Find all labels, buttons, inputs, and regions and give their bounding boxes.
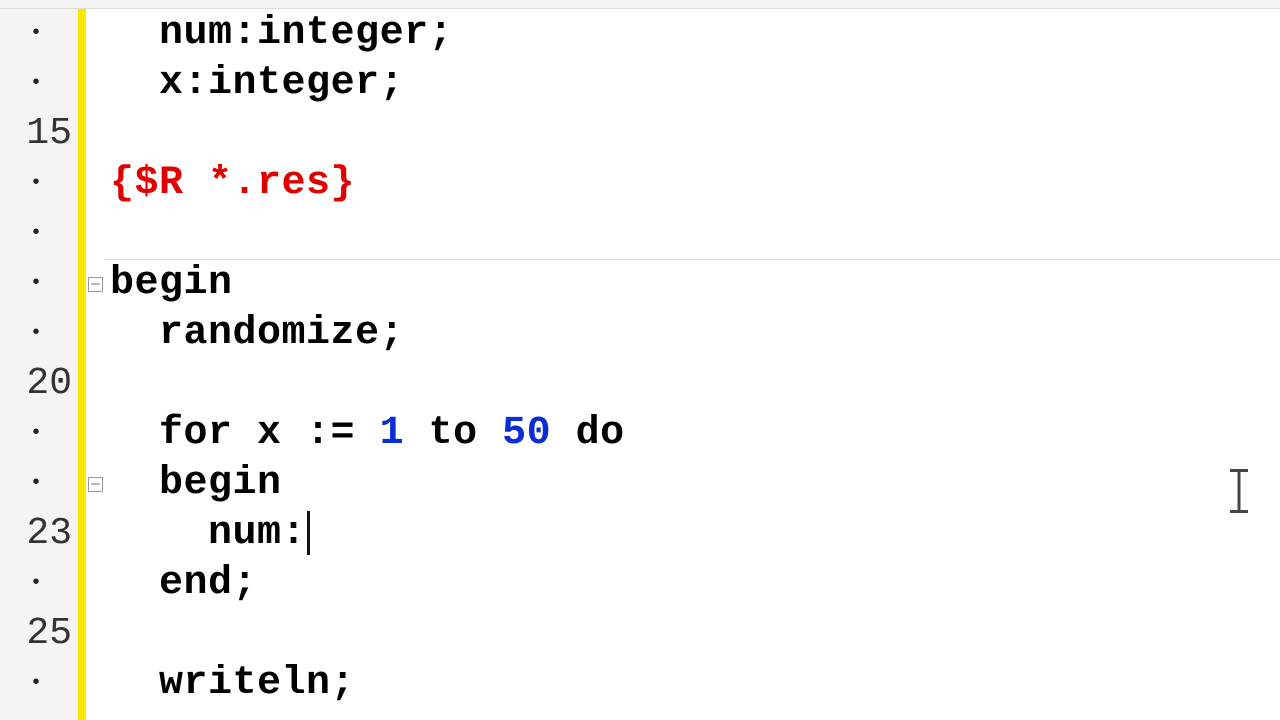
token: integer — [257, 9, 429, 59]
fold-toggle-icon[interactable] — [88, 277, 103, 292]
fold-row — [86, 259, 104, 309]
indent — [110, 9, 159, 59]
fold-row — [86, 659, 104, 709]
fold-row — [86, 159, 104, 209]
token — [551, 409, 576, 459]
token — [478, 409, 503, 459]
code-line[interactable]: for x := 1 to 50 do — [104, 409, 1280, 459]
line-number: 23 — [0, 509, 78, 559]
fold-row — [86, 59, 104, 109]
line-gutter: ••15••••20••23•25• — [0, 9, 78, 720]
token: to — [429, 409, 478, 459]
token: writeln — [159, 659, 331, 709]
token — [404, 409, 429, 459]
fold-row — [86, 509, 104, 559]
gutter-dot: • — [0, 259, 78, 309]
gutter-dot: • — [0, 459, 78, 509]
indent — [110, 559, 159, 609]
fold-row — [86, 459, 104, 509]
token: ; — [380, 59, 405, 109]
line-number: 20 — [0, 359, 78, 409]
code-line[interactable]: writeln; — [104, 659, 1280, 709]
line-number: 15 — [0, 109, 78, 159]
code-line[interactable]: begin — [104, 259, 1280, 309]
fold-row — [86, 209, 104, 259]
code-line[interactable]: end; — [104, 559, 1280, 609]
fold-row — [86, 609, 104, 659]
token: 1 — [380, 409, 405, 459]
fold-row — [86, 359, 104, 409]
gutter-dot: • — [0, 209, 78, 259]
toolbar-spacer — [0, 0, 1280, 9]
modification-strip — [78, 9, 86, 720]
code-line[interactable]: randomize; — [104, 309, 1280, 359]
fold-row — [86, 559, 104, 609]
code-line[interactable]: num: — [104, 509, 1280, 559]
token: x — [159, 59, 184, 109]
token: {$R *.res} — [110, 159, 355, 209]
code-editor[interactable]: ••15••••20••23•25• num:integer; x:intege… — [0, 9, 1280, 720]
code-line[interactable] — [104, 609, 1280, 659]
token: num — [208, 509, 282, 559]
token: 50 — [502, 409, 551, 459]
indent — [110, 59, 159, 109]
token: for — [159, 409, 233, 459]
fold-row — [86, 9, 104, 59]
token: integer — [208, 59, 380, 109]
token: randomize — [159, 309, 380, 359]
line-number: 25 — [0, 609, 78, 659]
code-line[interactable] — [104, 109, 1280, 159]
token: ; — [233, 559, 258, 609]
token: ; — [429, 9, 454, 59]
gutter-dot: • — [0, 9, 78, 59]
indent — [110, 459, 159, 509]
code-line[interactable]: x:integer; — [104, 59, 1280, 109]
token: := — [306, 409, 355, 459]
token: end — [159, 559, 233, 609]
gutter-dot: • — [0, 559, 78, 609]
text-caret — [307, 511, 310, 555]
code-line[interactable] — [104, 209, 1280, 259]
indent — [110, 509, 208, 559]
gutter-dot: • — [0, 409, 78, 459]
code-line[interactable]: num:integer; — [104, 9, 1280, 59]
token: begin — [159, 459, 282, 509]
fold-toggle-icon[interactable] — [88, 477, 103, 492]
fold-gutter — [86, 9, 104, 720]
token: do — [576, 409, 625, 459]
indent — [110, 659, 159, 709]
code-area[interactable]: num:integer; x:integer;{$R *.res}begin r… — [104, 9, 1280, 720]
indent — [110, 409, 159, 459]
token: x — [233, 409, 307, 459]
token: ; — [331, 659, 356, 709]
indent — [110, 309, 159, 359]
token: num — [159, 9, 233, 59]
token — [355, 409, 380, 459]
token: : — [184, 59, 209, 109]
code-line[interactable] — [104, 359, 1280, 409]
token: : — [233, 9, 258, 59]
gutter-dot: • — [0, 59, 78, 109]
gutter-dot: • — [0, 159, 78, 209]
code-line[interactable]: {$R *.res} — [104, 159, 1280, 209]
gutter-dot: • — [0, 659, 78, 709]
gutter-dot: • — [0, 309, 78, 359]
token: begin — [110, 259, 233, 309]
code-line[interactable]: begin — [104, 459, 1280, 509]
fold-row — [86, 309, 104, 359]
token: ; — [380, 309, 405, 359]
token: : — [282, 509, 307, 559]
fold-row — [86, 109, 104, 159]
fold-row — [86, 409, 104, 459]
